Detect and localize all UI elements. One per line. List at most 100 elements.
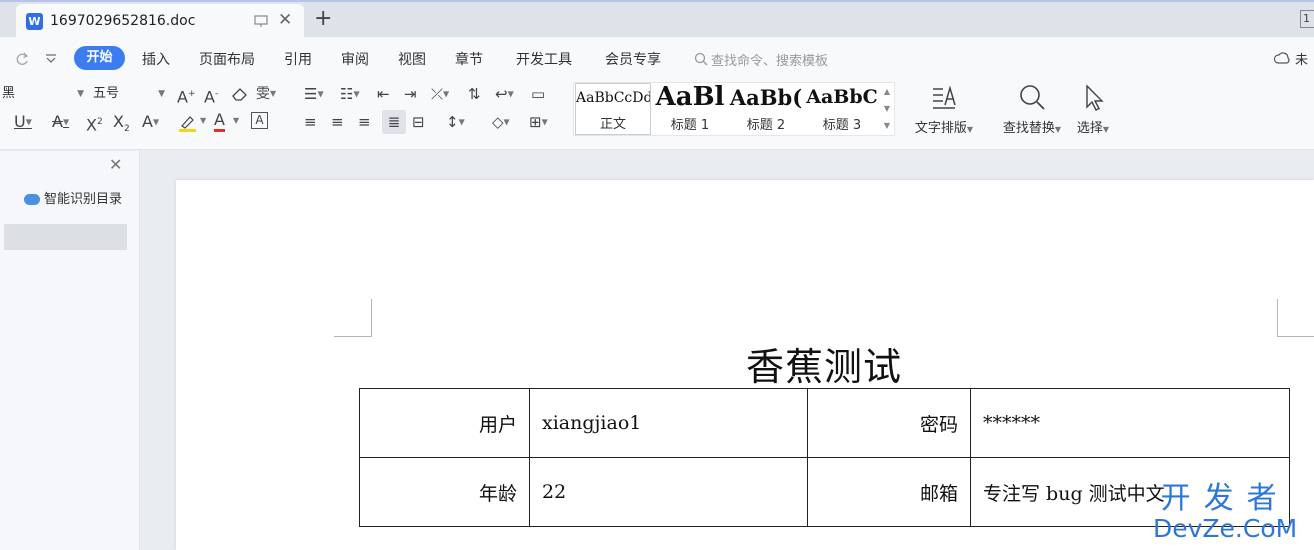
document-canvas: 香蕉测试 用户 xiangjiao1 密码 ****** 年龄 22 邮箱 专注… — [141, 151, 1314, 550]
close-pane-icon[interactable]: ✕ — [109, 155, 122, 174]
table-tab-icon[interactable]: ▭ — [531, 84, 545, 104]
style-sample: AaBb( — [729, 85, 803, 110]
chevron-down-icon[interactable]: ▼ — [233, 116, 239, 125]
underline-icon[interactable]: U▼ — [14, 112, 32, 133]
menu-tab-chapter[interactable]: 章节 — [455, 49, 483, 69]
font-name-select[interactable]: 黑 ▼ — [0, 83, 88, 105]
shading-icon[interactable]: ◇▼ — [492, 112, 510, 133]
align-center-icon[interactable]: ≡ — [331, 112, 344, 132]
table-cell-label[interactable]: 年龄 — [359, 457, 530, 527]
style-name: 标题 3 — [822, 118, 862, 133]
bullet-list-icon[interactable]: ☰▼ — [304, 84, 324, 105]
window-count-badge[interactable]: 1 — [1300, 10, 1314, 28]
cursor-arrow-icon — [1086, 84, 1104, 111]
more-icon[interactable]: ▼ — [882, 117, 892, 134]
table-cell-label[interactable]: 用户 — [359, 388, 530, 458]
style-name: 标题 2 — [746, 118, 786, 133]
wps-writer-icon: W — [26, 13, 43, 30]
chevron-down-icon[interactable]: ▼ — [882, 100, 892, 117]
monitor-icon[interactable] — [254, 14, 268, 28]
text-effect-icon[interactable]: A▼ — [142, 112, 159, 133]
numbered-list-icon[interactable]: ☷▼ — [340, 84, 360, 105]
table-cell-value[interactable]: xiangjiao1 — [529, 388, 808, 458]
table-row: 年龄 22 邮箱 专注写 bug 测试中文 — [359, 457, 1290, 527]
menu-tab-references[interactable]: 引用 — [284, 49, 312, 69]
character-border-icon[interactable]: A — [251, 112, 268, 129]
distributed-align-icon[interactable]: ⊟ — [412, 112, 425, 132]
highlight-icon[interactable] — [178, 114, 200, 132]
account-status[interactable]: 未 — [1295, 49, 1308, 68]
increase-indent-icon[interactable]: ⇥ — [404, 84, 417, 104]
table-cell-label[interactable]: 密码 — [807, 388, 971, 458]
style-heading-3[interactable]: AaBbC 标题 3 — [804, 83, 880, 135]
table-cell-value[interactable]: 22 — [529, 457, 808, 527]
cloud-icon — [24, 194, 40, 205]
style-normal[interactable]: AaBbCcDd 正文 — [575, 83, 651, 135]
smart-toc-button[interactable]: 智能识别目录 — [24, 188, 122, 207]
table-cell-label[interactable]: 邮箱 — [807, 457, 971, 527]
line-spacing-icon[interactable]: ↕▼ — [446, 112, 465, 133]
style-gallery: AaBbCcDd 正文 AaBl 标题 1 AaBb( 标题 2 AaBbC 标… — [573, 82, 895, 136]
borders-icon[interactable]: ⊞▼ — [529, 112, 548, 133]
select-button[interactable]: 选择▼ — [1073, 83, 1113, 136]
cloud-sync-icon[interactable] — [1273, 51, 1291, 67]
document-tab[interactable]: W 1697029652816.doc ✕ — [16, 4, 304, 39]
style-heading-1[interactable]: AaBl 标题 1 — [652, 83, 728, 135]
new-tab-icon[interactable]: + — [314, 6, 332, 31]
font-color-icon[interactable]: A — [214, 110, 225, 132]
text-layout-icon — [933, 85, 956, 109]
text-layout-button[interactable]: 文字排版▼ — [911, 83, 977, 136]
show-marks-icon[interactable]: ↩▼ — [495, 84, 514, 105]
menu-tab-insert[interactable]: 插入 — [142, 49, 170, 69]
table-cell-value[interactable]: ****** — [970, 388, 1290, 458]
margin-corner-left — [334, 299, 372, 337]
justify-icon[interactable]: ≣ — [382, 110, 406, 134]
chevron-down-icon[interactable]: ▼ — [200, 116, 206, 125]
menu-tab-page-layout[interactable]: 页面布局 — [199, 49, 255, 69]
document-table[interactable]: 用户 xiangjiao1 密码 ****** 年龄 22 邮箱 专注写 bug… — [359, 388, 1290, 527]
superscript-icon[interactable]: X2 — [86, 112, 103, 135]
menu-tab-view[interactable]: 视图 — [398, 49, 426, 69]
strikethrough-icon[interactable]: A▼ — [52, 112, 69, 133]
style-heading-2[interactable]: AaBb( 标题 2 — [728, 83, 804, 135]
magnifier-icon — [1020, 85, 1045, 110]
font-size-value: 五号 — [93, 86, 120, 101]
table-cell-value[interactable]: 专注写 bug 测试中文 — [970, 457, 1290, 527]
chevron-down-icon: ▼ — [158, 89, 165, 99]
shrink-font-icon[interactable]: A- — [204, 84, 218, 107]
search-icon — [694, 52, 708, 66]
gallery-scroll[interactable]: ▲ ▼ ▼ — [882, 83, 892, 135]
sort-icon[interactable]: ⇅ — [468, 84, 481, 104]
style-name: 正文 — [599, 117, 626, 132]
command-search[interactable]: 查找命令、搜索模板 — [711, 50, 828, 69]
menu-tab-member[interactable]: 会员专享 — [605, 49, 661, 69]
subscript-icon[interactable]: X2 — [113, 112, 130, 139]
menu-tab-start[interactable]: 开始 — [74, 46, 125, 70]
nav-item[interactable] — [4, 224, 127, 250]
menu-tab-review[interactable]: 审阅 — [341, 49, 369, 69]
table-row: 用户 xiangjiao1 密码 ****** — [359, 388, 1290, 458]
ribbon: 开始 插入 页面布局 引用 审阅 视图 章节 开发工具 会员专享 查找命令、搜索… — [0, 37, 1314, 150]
find-replace-button[interactable]: 查找替换▼ — [998, 83, 1066, 136]
align-right-icon[interactable]: ≡ — [358, 112, 371, 132]
margin-corner-right — [1277, 299, 1314, 337]
chevron-down-icon: ▼ — [77, 89, 84, 99]
decrease-indent-icon[interactable]: ⇤ — [377, 84, 390, 104]
text-layout-label: 文字排版 — [914, 121, 967, 136]
document-page[interactable]: 香蕉测试 用户 xiangjiao1 密码 ****** 年龄 22 邮箱 专注… — [176, 180, 1314, 550]
chinese-layout-icon[interactable]: ⤫▼ — [431, 84, 449, 105]
pinyin-guide-icon[interactable]: 雯▼ — [256, 84, 276, 104]
smart-toc-label: 智能识别目录 — [44, 192, 123, 207]
align-left-icon[interactable]: ≡ — [304, 112, 317, 132]
grow-font-icon[interactable]: A+ — [177, 84, 196, 107]
chevron-up-icon[interactable]: ▲ — [882, 83, 892, 100]
font-size-select[interactable]: 五号 ▼ — [91, 83, 169, 105]
style-sample: AaBbC — [806, 86, 878, 108]
close-tab-icon[interactable]: ✕ — [278, 10, 292, 30]
quick-access-dropdown-icon[interactable] — [45, 54, 57, 64]
eraser-icon[interactable] — [231, 86, 249, 102]
document-heading[interactable]: 香蕉测试 — [746, 336, 902, 391]
style-sample: AaBbCcDd — [576, 90, 651, 106]
menu-tab-developer[interactable]: 开发工具 — [516, 49, 572, 69]
redo-icon[interactable] — [14, 51, 30, 67]
